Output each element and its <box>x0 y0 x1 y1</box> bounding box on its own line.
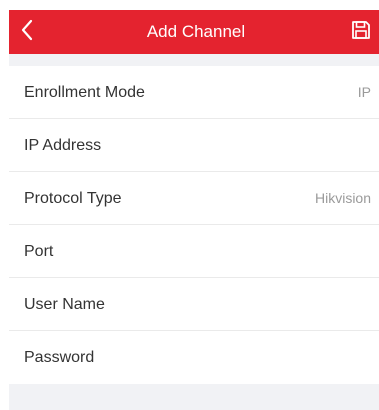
chevron-left-icon <box>20 19 34 46</box>
protocol-type-row[interactable]: Protocol Type Hikvision <box>9 172 379 225</box>
password-row[interactable]: Password <box>9 331 379 384</box>
ip-address-label: IP Address <box>24 137 102 154</box>
page-title: Add Channel <box>146 22 246 41</box>
enrollment-mode-row[interactable]: Enrollment Mode IP <box>9 66 379 119</box>
user-name-label: User Name <box>24 296 105 313</box>
user-name-row[interactable]: User Name <box>9 278 379 331</box>
bottom-spacer <box>9 384 379 410</box>
enrollment-mode-value: IP <box>357 84 371 100</box>
protocol-type-label: Protocol Type <box>24 190 122 207</box>
save-button[interactable] <box>343 10 379 54</box>
ip-address-row[interactable]: IP Address <box>9 119 379 172</box>
top-spacer <box>9 54 379 66</box>
floppy-disk-icon <box>350 19 372 46</box>
enrollment-mode-label: Enrollment Mode <box>24 84 145 101</box>
top-bar: Add Channel <box>9 10 379 54</box>
port-row[interactable]: Port <box>9 225 379 278</box>
back-button[interactable] <box>9 10 45 54</box>
port-label: Port <box>24 243 54 260</box>
protocol-type-value: Hikvision <box>314 190 371 206</box>
password-label: Password <box>24 349 95 366</box>
channel-form: Enrollment Mode IP IP Address Protocol T… <box>9 66 379 384</box>
